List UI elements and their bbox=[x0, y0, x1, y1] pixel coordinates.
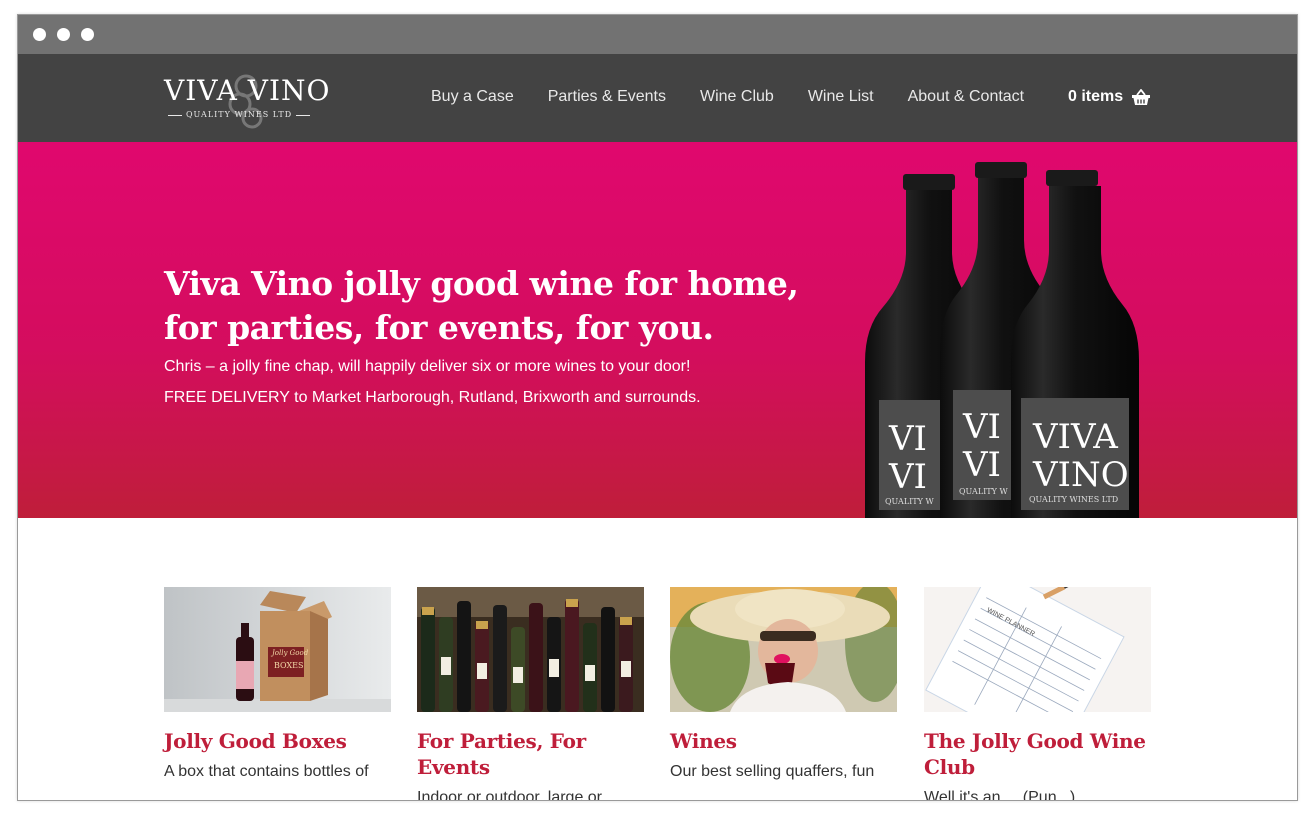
svg-text:VI: VI bbox=[962, 445, 1001, 485]
wine-planner-image bbox=[924, 587, 1151, 712]
hero-delivery-text: Chris – a jolly fine chap, will happily … bbox=[164, 358, 691, 375]
svg-text:VI: VI bbox=[962, 407, 1001, 447]
logo-tagline: QUALITY WINES LTD bbox=[164, 110, 314, 119]
svg-text:QUALITY W: QUALITY W bbox=[885, 497, 934, 506]
window-minimize-dot[interactable] bbox=[57, 28, 70, 41]
hero-banner: Viva Vino jolly good wine for home, for … bbox=[18, 142, 1297, 518]
basket-icon bbox=[1132, 88, 1151, 105]
svg-text:VINO: VINO bbox=[1032, 455, 1129, 495]
svg-text:QUALITY W: QUALITY W bbox=[959, 487, 1008, 496]
card-text: A box that contains bottles of bbox=[164, 763, 369, 780]
feature-cards: Jolly Good BOXES Jolly Good Boxes A box … bbox=[164, 587, 1154, 801]
wine-bottles-image: VI VI VI VI VIVA VINO QUALITY W QUALITY … bbox=[865, 162, 1139, 518]
svg-text:QUALITY WINES LTD: QUALITY WINES LTD bbox=[1029, 495, 1118, 504]
box-label-top: Jolly Good bbox=[272, 649, 309, 657]
svg-text:VI: VI bbox=[888, 457, 927, 497]
site-header: VIVA VINO QUALITY WINES LTD Buy a Case P… bbox=[18, 54, 1297, 142]
main-menu: Buy a Case Parties & Events Wine Club Wi… bbox=[431, 88, 1024, 106]
card-jolly-good-boxes[interactable]: Jolly Good BOXES Jolly Good Boxes A box … bbox=[164, 587, 391, 781]
card-image-parties[interactable] bbox=[417, 587, 644, 712]
cart-count: 0 items bbox=[1068, 88, 1124, 105]
bottles-table-image bbox=[417, 587, 644, 712]
card-wine-club[interactable]: WINE PLANNER The Jolly Good Wine Club We… bbox=[924, 587, 1151, 801]
box-label: BOXES bbox=[274, 661, 304, 670]
card-wines[interactable]: Wines Our best selling quaffers, fun bbox=[670, 587, 897, 781]
card-title[interactable]: Jolly Good Boxes bbox=[164, 728, 391, 754]
lady-with-wine-image bbox=[670, 587, 897, 712]
card-image-boxes[interactable]: Jolly Good BOXES bbox=[164, 587, 391, 712]
card-text: Well it's an ... (Pun...) bbox=[924, 789, 1076, 801]
nav-item-wine-list[interactable]: Wine List bbox=[808, 88, 874, 106]
window-chrome bbox=[18, 15, 1297, 54]
logo-wordmark: VIVA VINO bbox=[164, 74, 331, 107]
nav-item-parties-events[interactable]: Parties & Events bbox=[548, 88, 666, 106]
card-parties-events[interactable]: For Parties, For Events Indoor or outdoo… bbox=[417, 587, 644, 801]
cart-link[interactable]: 0 items bbox=[1068, 88, 1151, 106]
browser-window: VIVA VINO QUALITY WINES LTD Buy a Case P… bbox=[17, 14, 1298, 801]
card-title[interactable]: The Jolly Good Wine Club bbox=[924, 728, 1151, 780]
svg-text:VI: VI bbox=[888, 419, 927, 459]
card-text: Indoor or outdoor, large or bbox=[417, 789, 603, 801]
card-title[interactable]: For Parties, For Events bbox=[417, 728, 644, 780]
hero-title: Viva Vino jolly good wine for home, for … bbox=[164, 264, 799, 347]
card-title[interactable]: Wines bbox=[670, 728, 897, 754]
nav-item-about-contact[interactable]: About & Contact bbox=[908, 88, 1025, 106]
hero-free-delivery-text: FREE DELIVERY to Market Harborough, Rutl… bbox=[164, 389, 701, 406]
svg-text:VIVA: VIVA bbox=[1032, 417, 1118, 457]
card-text: Our best selling quaffers, fun bbox=[670, 763, 875, 780]
window-maximize-dot[interactable] bbox=[81, 28, 94, 41]
card-image-wine-club[interactable]: WINE PLANNER bbox=[924, 587, 1151, 712]
window-close-dot[interactable] bbox=[33, 28, 46, 41]
nav-item-buy-a-case[interactable]: Buy a Case bbox=[431, 88, 514, 106]
site-logo[interactable]: VIVA VINO QUALITY WINES LTD bbox=[164, 74, 329, 129]
nav-item-wine-club[interactable]: Wine Club bbox=[700, 88, 774, 106]
card-image-wines[interactable] bbox=[670, 587, 897, 712]
